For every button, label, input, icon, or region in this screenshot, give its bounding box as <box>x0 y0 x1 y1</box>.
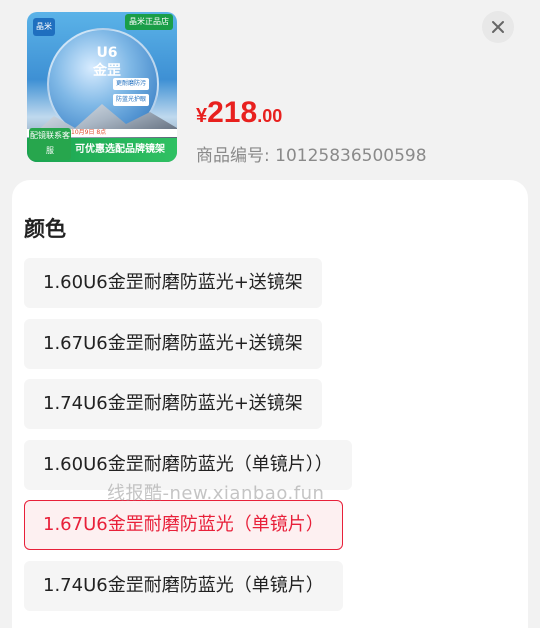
product-header: 晶米 晶米正品店 U6 金罡 更耐磨防污 防蓝光护眼 10月9日 8点 可优惠选… <box>0 0 540 185</box>
price-integer: 218 <box>207 96 258 129</box>
sku-line: 商品编号: 10125836500598 <box>196 141 427 166</box>
store-badge: 晶米正品店 <box>125 14 173 30</box>
thumbnail-title: U6 金罡 <box>93 45 121 79</box>
options-panel: 颜色 1.60U6金罡耐磨防蓝光+送镜架 1.67U6金罡耐磨防蓝光+送镜架 1… <box>12 180 528 628</box>
sku-value: 10125836500598 <box>275 146 427 166</box>
option-item[interactable]: 1.67U6金罡耐磨防蓝光+送镜架 <box>24 319 322 369</box>
thumbnail-contact: 配镜联系客服 <box>29 128 71 160</box>
thumbnail-feature-2: 防蓝光护眼 <box>113 94 150 106</box>
close-button[interactable] <box>482 11 514 43</box>
option-item-selected[interactable]: 1.67U6金罡耐磨防蓝光（单镜片） <box>24 500 343 550</box>
sku-label: 商品编号: <box>196 146 270 166</box>
brand-logo: 晶米 <box>33 18 55 36</box>
product-thumbnail[interactable]: 晶米 晶米正品店 U6 金罡 更耐磨防污 防蓝光护眼 10月9日 8点 可优惠选… <box>27 12 177 162</box>
option-item[interactable]: 1.74U6金罡耐磨防蓝光+送镜架 <box>24 379 322 429</box>
price-decimal: .00 <box>257 106 283 126</box>
option-item[interactable]: 1.60U6金罡耐磨防蓝光+送镜架 <box>24 258 322 308</box>
watermark: 线报酷-new.xianbao.fun <box>107 483 325 504</box>
option-item[interactable]: 1.74U6金罡耐磨防蓝光（单镜片） <box>24 561 343 611</box>
close-icon <box>492 21 504 33</box>
price-currency: ¥ <box>196 105 208 127</box>
product-price: ¥218.00 <box>196 96 282 130</box>
thumbnail-feature-1: 更耐磨防污 <box>113 78 150 90</box>
section-title-color: 颜色 <box>24 217 66 241</box>
